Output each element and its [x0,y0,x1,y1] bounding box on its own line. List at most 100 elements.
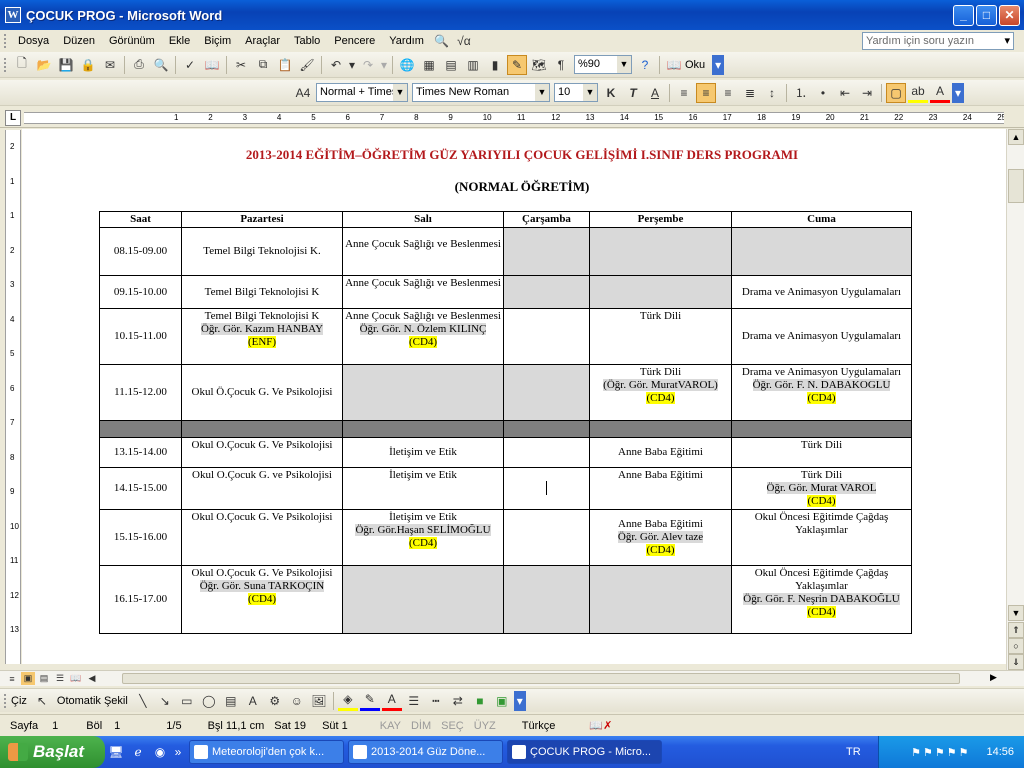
web-view-icon[interactable]: ▣ [21,672,35,685]
permission-icon[interactable]: 🔒 [78,55,98,75]
tuesday-cell[interactable]: İletişim ve Etik [342,467,504,510]
break-cell[interactable] [589,420,732,438]
thursday-cell[interactable] [589,275,732,309]
break-cell[interactable] [342,420,504,438]
horizontal-scrollbar[interactable]: ≡ ▣ ▤ ☰ 📖 ◀ ▶ [0,670,1024,686]
style-select[interactable]: Normal + Times ▼ [316,83,408,102]
tuesday-cell[interactable] [342,364,504,421]
columns-icon[interactable]: ▮ [485,55,505,75]
decrease-indent-icon[interactable]: ⇤ [835,83,855,103]
status-rec[interactable]: KAY [380,720,401,732]
scroll-right-icon[interactable]: ▶ [990,672,997,683]
print-view-icon[interactable]: ▤ [37,672,51,685]
menu-ekle[interactable]: Ekle [162,35,197,47]
paste-icon[interactable]: 📋 [275,55,295,75]
status-ovr[interactable]: ÜYZ [474,720,496,732]
align-right-icon[interactable]: ≡ [718,83,738,103]
break-cell[interactable] [181,420,343,438]
increase-indent-icon[interactable]: ⇥ [857,83,877,103]
tray-icons[interactable]: ⚑⚑⚑⚑⚑ [911,746,970,759]
highlight-icon[interactable]: ab [908,83,928,103]
email-icon[interactable]: ✉ [100,55,120,75]
thursday-cell[interactable] [589,227,732,276]
styles-pane-icon[interactable]: A4 [293,83,313,103]
tables-borders-icon[interactable]: ▦ [419,55,439,75]
print-preview-icon[interactable]: 🔍 [432,31,452,51]
taskbar-item-chrome[interactable]: Meteoroloji'den çok k... [189,740,344,764]
language-indicator[interactable]: TR [846,746,861,758]
oval-icon[interactable]: ◯ [199,691,219,711]
time-cell[interactable]: 16.15-17.00 [99,565,182,634]
thursday-cell[interactable]: Türk Dili (Öğr. Gör. MuratVAROL) (CD4) [589,364,732,421]
status-ext[interactable]: SEÇ [441,720,464,732]
friday-cell[interactable]: Drama ve Animasyon Uygulamaları [731,275,912,309]
wednesday-cell[interactable] [503,227,590,276]
zoom-select[interactable]: %90 ▼ [574,55,632,74]
line-icon[interactable]: ╲ [133,691,153,711]
normal-view-icon[interactable]: ≡ [5,672,19,685]
horizontal-scroll-thumb[interactable] [122,673,960,684]
open-icon[interactable]: 📂 [34,55,54,75]
schedule-table[interactable]: Saat Pazartesi Salı Çarşamba Perşembe Cu… [99,211,912,634]
borders-icon[interactable]: ▢ [886,82,906,103]
undo-dropdown-icon[interactable]: ▾ [348,55,356,75]
read-button[interactable]: Oku [685,59,705,71]
research-icon[interactable]: 📖 [202,55,222,75]
wednesday-cell[interactable] [503,467,590,510]
wednesday-cell[interactable] [503,565,590,634]
horizontal-ruler[interactable]: L 1 2 3 4 5 6 7 8 9 10 11 12 13 14 15 16 17 18 19 20 21 22 23 2… [0,108,1024,128]
time-cell[interactable]: 10.15-11.00 [99,308,182,365]
format-painter-icon[interactable]: 🖌 [297,55,317,75]
drawing-icon[interactable]: ✎ [507,54,527,75]
spelling-status-icon[interactable]: 📖✗ [589,719,612,732]
read-icon[interactable]: 📖 [664,55,684,75]
numbering-icon[interactable]: ⒈ [791,83,811,103]
line-spacing-icon[interactable]: ↕ [762,83,782,103]
wednesday-cell[interactable] [503,437,590,468]
toolbar-grip[interactable] [4,693,7,708]
ruler-track[interactable]: 1 2 3 4 5 6 7 8 9 10 11 12 13 14 15 16 17 18 19 20 21 22 23 24 2… [24,112,1004,124]
time-cell[interactable]: 13.15-14.00 [99,437,182,468]
monday-cell[interactable]: Okul Ö.Çocuk G. Ve Psikolojisi [181,364,343,421]
hyperlink-icon[interactable]: 🌐 [397,55,417,75]
scroll-up-icon[interactable]: ▲ [1008,129,1024,145]
save-icon[interactable]: 💾 [56,55,76,75]
underline-icon[interactable]: A [645,83,665,103]
time-cell[interactable]: 15.15-16.00 [99,509,182,566]
tuesday-cell[interactable]: İletişim ve Etik Öğr. Gör.Haşan SELİMOĞL… [342,509,504,566]
help-icon[interactable]: ? [635,55,655,75]
line-style-icon[interactable]: ☰ [404,691,424,711]
picture-icon[interactable]: 🖼 [309,691,329,711]
close-button[interactable]: ✕ [999,4,1020,26]
document-page[interactable]: 2013-2014 EĞİTİM–ÖĞRETİM GÜZ YARIYILI ÇO… [22,129,1006,664]
start-button[interactable]: Başlat [0,736,105,768]
menu-gorunum[interactable]: Görünüm [102,35,162,47]
friday-cell[interactable]: Okul Öncesi Eğitimde Çağdaş Yaklaşımlar … [731,565,912,634]
menu-pencere[interactable]: Pencere [327,35,382,47]
monday-cell[interactable]: Temel Bilgi Teknolojisi K [181,275,343,309]
justify-icon[interactable]: ≣ [740,83,760,103]
font-color-icon[interactable]: A [381,691,402,711]
menu-yardim[interactable]: Yardım [382,35,431,47]
friday-cell[interactable]: Drama ve Animasyon Uygulamaları [731,308,912,365]
thursday-cell[interactable]: Anne Baba Eğitimi [589,437,732,468]
line-color-icon[interactable]: ✎ [359,691,380,711]
wednesday-cell[interactable] [503,364,590,421]
monday-cell[interactable]: Temel Bilgi Teknolojisi K Öğr. Gör. Kazı… [181,308,343,365]
menu-duzen[interactable]: Düzen [56,35,102,47]
wordart-icon[interactable]: A [243,691,263,711]
font-color-icon[interactable]: A [930,83,950,103]
help-search-input[interactable]: Yardım için soru yazın [862,32,1014,50]
tab-selector[interactable]: L [5,110,21,126]
tuesday-cell[interactable]: Anne Çocuk Sağlığı ve Beslenmesi [342,227,504,276]
show-desktop-icon[interactable]: 🖥 [106,742,126,762]
diagram-icon[interactable]: ⚙ [265,691,285,711]
menu-bicim[interactable]: Biçim [197,35,238,47]
undo-icon[interactable]: ↶ [326,55,346,75]
minimize-button[interactable]: _ [953,4,974,26]
textbox-icon[interactable]: ▤ [221,691,241,711]
wednesday-cell[interactable] [503,275,590,309]
scroll-left-icon[interactable]: ◀ [85,672,99,685]
previous-page-icon[interactable]: ⇑ [1008,622,1024,638]
monday-cell[interactable]: Okul O.Çocuk G. Ve Psikolojisi Öğr. Gör.… [181,565,343,634]
